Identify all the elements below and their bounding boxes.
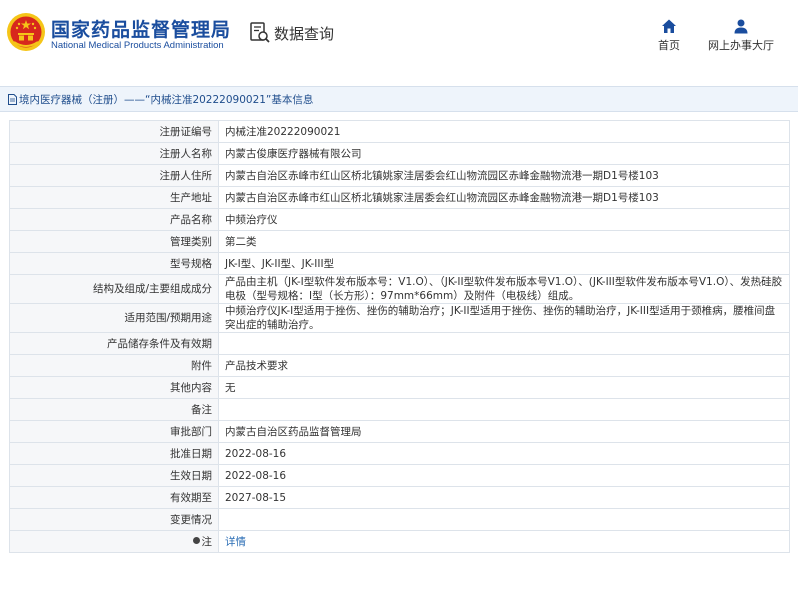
table-row: 备注 [9,398,790,421]
site-subtitle: National Medical Products Administration [51,40,224,51]
table-row: 注册人住所 内蒙古自治区赤峰市红山区桥北镇姚家洼居委会红山物流园区赤峰金融物流港一… [9,164,790,187]
data-query-link[interactable]: 数据查询 [250,20,334,46]
row-label: 产品名称 [9,208,219,231]
breadcrumb-text: 境内医疗器械（注册）——“内械注准20222090021”基本信息 [19,94,314,106]
breadcrumb: 境内医疗器械（注册）——“内械注准20222090021”基本信息 [8,92,313,107]
table-row: 结构及组成/主要组成成分 产品由主机（JK-I型软件发布版本号：V1.O）、（JK… [9,274,790,304]
row-value [218,332,790,355]
home-icon [662,19,676,33]
row-label: 批准日期 [9,442,219,465]
table-row: 生效日期 2022-08-16 [9,464,790,487]
row-label: 有效期至 [9,486,219,509]
row-value [218,508,790,531]
registration-info-table: 注册证编号 内械注准20222090021 注册人名称 内蒙古俊康医疗器械有限公司 … [9,120,790,553]
row-value: 2027-08-15 [218,486,790,509]
note-label: 注 [201,535,213,548]
row-value: 2022-08-16 [218,464,790,487]
table-row: 生产地址 内蒙古自治区赤峰市红山区桥北镇姚家洼居委会红山物流园区赤峰金融物流港一期… [9,186,790,209]
row-label: 注册人名称 [9,142,219,165]
table-row: 产品储存条件及有效期 [9,332,790,355]
row-value: 内蒙古自治区药品监督管理局 [218,420,790,443]
row-value: 中频治疗仪 [218,208,790,231]
row-label: 注册人住所 [9,164,219,187]
data-query-label: 数据查询 [274,24,335,43]
details-link[interactable]: 详情 [225,536,246,548]
table-row: 审批部门 内蒙古自治区药品监督管理局 [9,420,790,443]
row-value: 内械注准20222090021 [218,120,790,143]
row-label: 型号规格 [9,252,219,275]
row-value: 内蒙古自治区赤峰市红山区桥北镇姚家洼居委会红山物流园区赤峰金融物流港一期D1号楼… [218,164,790,187]
row-value: 产品由主机（JK-I型软件发布版本号：V1.O）、（JK-II型软件发布版本号V… [218,274,790,304]
nav-home[interactable]: 首页 [634,18,704,53]
nav-home-label: 首页 [658,39,680,52]
info-icon [192,537,200,544]
row-label: 结构及组成/主要组成成分 [9,274,219,304]
row-value: 产品技术要求 [218,354,790,377]
row-value: 详情 [218,530,790,553]
table-row: 注 详情 [9,530,790,553]
table-row: 批准日期 2022-08-16 [9,442,790,465]
table-row: 变更情况 [9,508,790,531]
national-emblem-icon [7,13,45,51]
row-value: 2022-08-16 [218,442,790,465]
row-label: 注册证编号 [9,120,219,143]
row-label: 附件 [9,354,219,377]
table-row: 其他内容无 [9,376,790,399]
table-row: 管理类别 第二类 [9,230,790,253]
table-row: 注册证编号 内械注准20222090021 [9,120,790,143]
row-label: 适用范围/预期用途 [9,303,219,333]
row-label: 审批部门 [9,420,219,443]
row-value: JK-I型、JK-II型、JK-III型 [218,252,790,275]
row-label: 产品储存条件及有效期 [9,332,219,355]
table-row: 产品名称 中频治疗仪 [9,208,790,231]
row-label: 管理类别 [9,230,219,253]
row-label: 变更情况 [9,508,219,531]
site-header: 国家药品监督管理局 National Medical Products Admi… [0,0,798,72]
row-label: 其他内容 [9,376,219,399]
row-label: 备注 [9,398,219,421]
row-value: 无 [218,376,790,399]
row-value: 内蒙古俊康医疗器械有限公司 [218,142,790,165]
table-row: 附件 产品技术要求 [9,354,790,377]
row-value: 第二类 [218,230,790,253]
user-icon [734,19,748,34]
table-row: 型号规格 JK-I型、JK-II型、JK-III型 [9,252,790,275]
breadcrumb-bar: 境内医疗器械（注册）——“内械注准20222090021”基本信息 [0,86,798,112]
row-label: 生产地址 [9,186,219,209]
row-label: 生效日期 [9,464,219,487]
site-title: 国家药品监督管理局 [51,19,232,41]
document-search-icon [250,22,270,43]
table-row: 有效期至 2027-08-15 [9,486,790,509]
row-value: 内蒙古自治区赤峰市红山区桥北镇姚家洼居委会红山物流园区赤峰金融物流港一期D1号楼… [218,186,790,209]
table-row: 注册人名称 内蒙古俊康医疗器械有限公司 [9,142,790,165]
row-value: 中频治疗仪JK-I型适用于挫伤、挫伤的辅助治疗；JK-II型适用于挫伤、挫伤的辅… [218,303,790,333]
nav-online-service-hall-label: 网上办事大厅 [708,39,774,52]
row-value [218,398,790,421]
table-row: 适用范围/预期用途 中频治疗仪JK-I型适用于挫伤、挫伤的辅助治疗；JK-II型适… [9,303,790,333]
document-icon [8,94,17,105]
nav-online-service-hall[interactable]: 网上办事大厅 [706,18,776,53]
row-label-note: 注 [9,530,219,553]
